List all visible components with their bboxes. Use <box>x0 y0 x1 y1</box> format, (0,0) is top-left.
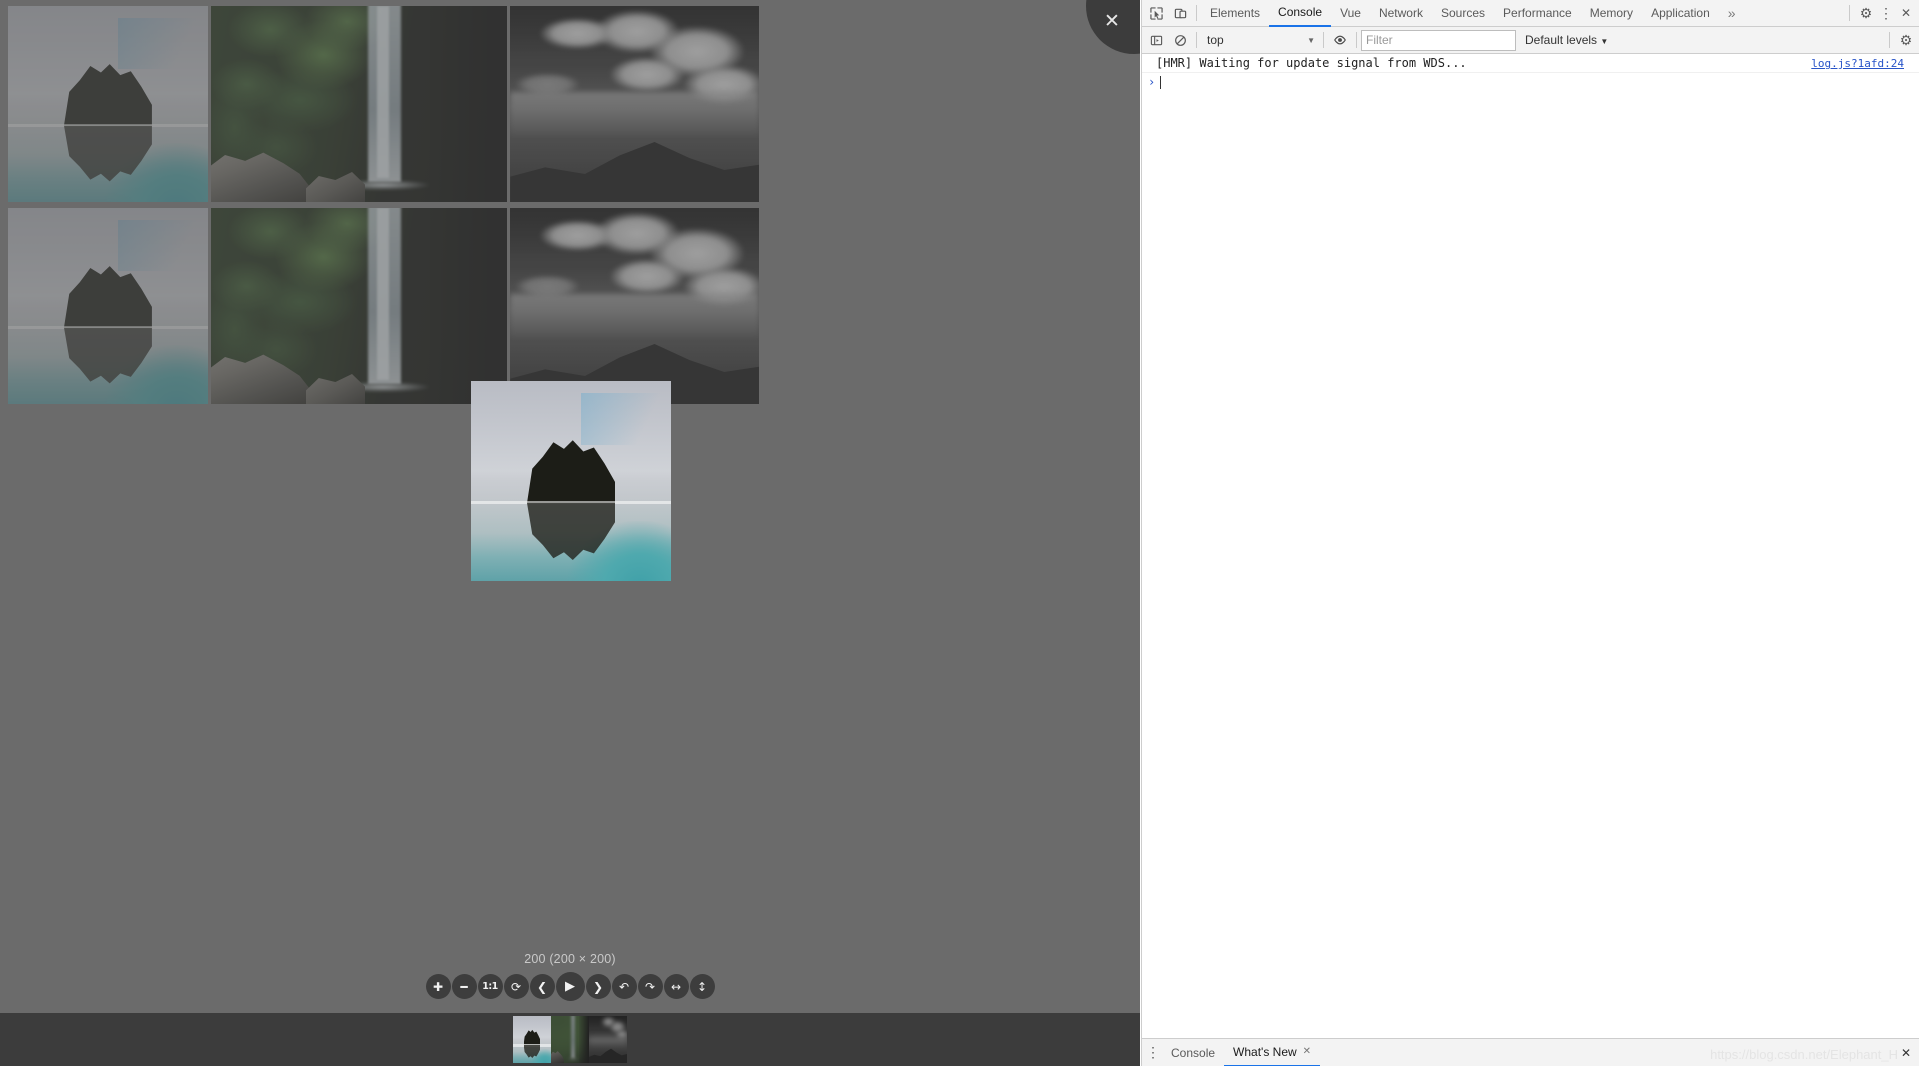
drawer-tab-label: Console <box>1171 1045 1216 1060</box>
console-message-source-link[interactable]: log.js?1afd:24 <box>1811 57 1914 70</box>
live-expression-button[interactable] <box>1328 28 1352 52</box>
screen-root: ✕ 200 (200 × 200) ✚ ━ 1:1 ⟳ ❮ ▶ ❯ ↶ ↷ ↔ … <box>0 0 1919 1066</box>
drawer-close-button[interactable]: ✕ <box>1894 1041 1918 1065</box>
filterbar-divider <box>1323 32 1324 48</box>
gear-icon: ⚙ <box>1859 4 1873 21</box>
watermark-text: https://blog.csdn.net/Elephant_H <box>1710 1047 1898 1062</box>
devtools-menu-button[interactable]: ⋮ <box>1878 1 1894 25</box>
inspect-element-button[interactable] <box>1144 1 1168 25</box>
drawer-tab-label: What's New <box>1233 1044 1297 1059</box>
device-toggle-icon <box>1174 8 1186 18</box>
toolbar-divider <box>1849 5 1850 21</box>
kebab-menu-icon: ⋮ <box>1146 1044 1160 1060</box>
devtools-close-button[interactable]: ✕ <box>1894 1 1918 25</box>
web-page: ✕ 200 (200 × 200) ✚ ━ 1:1 ⟳ ❮ ▶ ❯ ↶ ↷ ↔ … <box>0 0 1140 1066</box>
inspect-cursor-icon <box>1149 6 1163 20</box>
log-level-label: Default levels <box>1525 33 1598 47</box>
tab-application[interactable]: Application <box>1642 1 1719 26</box>
close-icon[interactable]: ✕ <box>1303 1039 1311 1065</box>
tab-memory[interactable]: Memory <box>1581 1 1642 26</box>
preview-image[interactable] <box>471 381 671 581</box>
play-icon: ▶ <box>565 979 575 994</box>
tab-console[interactable]: Console <box>1269 0 1332 27</box>
tab-network[interactable]: Network <box>1370 1 1432 26</box>
eye-icon <box>1334 35 1346 45</box>
viewer-footer: 200 (200 × 200) ✚ ━ 1:1 ⟳ ❮ ▶ ❯ ↶ ↷ ↔ ↕ <box>0 903 1140 1013</box>
toolbar-divider <box>1196 5 1197 21</box>
console-sidebar-button[interactable] <box>1144 28 1168 52</box>
thumbnail-item-mountains[interactable] <box>589 1016 627 1063</box>
zoom-in-button[interactable]: ✚ <box>425 974 451 999</box>
one-to-one-icon: 1:1 <box>482 980 498 992</box>
console-output[interactable]: [HMR] Waiting for update signal from WDS… <box>1142 54 1919 1038</box>
flip-vertical-button[interactable]: ↕ <box>689 974 715 999</box>
rotate-right-icon: ↷ <box>644 979 656 994</box>
console-filter-input[interactable]: Filter <box>1361 29 1516 51</box>
more-tabs-button[interactable]: » <box>1719 1 1745 26</box>
console-message: [HMR] Waiting for update signal from WDS… <box>1142 54 1919 73</box>
filterbar-divider <box>1889 32 1890 48</box>
rotate-right-button[interactable]: ↷ <box>637 974 663 999</box>
console-message-text: [HMR] Waiting for update signal from WDS… <box>1156 56 1467 70</box>
chevron-right-icon: ❯ <box>592 979 604 994</box>
image-viewer-overlay: ✕ 200 (200 × 200) ✚ ━ 1:1 ⟳ ❮ ▶ ❯ ↶ ↷ ↔ … <box>0 0 1140 1066</box>
plus-icon: ✚ <box>432 979 444 994</box>
prompt-arrow-icon: › <box>1148 75 1156 89</box>
reset-button[interactable]: ⟳ <box>503 974 529 999</box>
thumbnail-strip <box>0 1013 1140 1066</box>
drawer-tab-whats-new[interactable]: What's New ✕ <box>1224 1039 1321 1066</box>
tab-performance[interactable]: Performance <box>1494 1 1581 26</box>
flip-vertical-icon: ↕ <box>696 979 708 994</box>
drawer-menu-button[interactable]: ⋮ <box>1144 1041 1162 1065</box>
chevron-down-icon: ▼ <box>1600 37 1609 46</box>
filterbar-divider <box>1356 32 1357 48</box>
thumbnail-item-waterfall[interactable] <box>551 1016 589 1063</box>
clear-console-icon <box>1174 34 1186 46</box>
previous-button[interactable]: ❮ <box>529 974 555 999</box>
thumbnail-item-rock[interactable] <box>513 1016 551 1063</box>
settings-button[interactable]: ⚙ <box>1854 1 1878 25</box>
zoom-readout: 200 (200 × 200) <box>524 952 616 966</box>
close-icon: ✕ <box>1900 6 1912 20</box>
devtools-drawer-tabbar: ⋮ Console What's New ✕ ✕ https://blog.cs… <box>1142 1038 1919 1066</box>
clear-console-button[interactable] <box>1168 28 1192 52</box>
gear-icon: ⚙ <box>1899 31 1913 48</box>
tab-sources[interactable]: Sources <box>1432 1 1494 26</box>
drawer-tab-console[interactable]: Console <box>1162 1040 1224 1066</box>
tab-elements[interactable]: Elements <box>1201 1 1269 26</box>
flip-horizontal-button[interactable]: ↔ <box>663 974 689 999</box>
sidebar-panel-icon <box>1150 35 1162 45</box>
rotate-left-icon: ↶ <box>618 979 630 994</box>
minus-icon: ━ <box>460 979 468 994</box>
devtools-panel: Elements Console Vue Network Sources Per… <box>1141 0 1919 1066</box>
execution-context-select[interactable]: top ▼ <box>1201 31 1319 50</box>
log-level-select[interactable]: Default levels ▼ <box>1525 33 1608 47</box>
devtools-tabbar: Elements Console Vue Network Sources Per… <box>1142 0 1919 27</box>
console-prompt[interactable]: › <box>1142 73 1919 91</box>
execution-context-label: top <box>1207 33 1224 47</box>
next-button[interactable]: ❯ <box>585 974 611 999</box>
close-icon: ✕ <box>1900 1045 1912 1060</box>
rotate-left-button[interactable]: ↶ <box>611 974 637 999</box>
play-button[interactable]: ▶ <box>555 972 585 1001</box>
tab-vue[interactable]: Vue <box>1331 1 1370 26</box>
chevron-left-icon: ❮ <box>536 979 548 994</box>
console-settings-button[interactable]: ⚙ <box>1894 28 1918 52</box>
filterbar-divider <box>1196 32 1197 48</box>
refresh-icon: ⟳ <box>510 979 522 994</box>
device-toolbar-button[interactable] <box>1168 1 1192 25</box>
chevron-down-icon: ▼ <box>1307 35 1315 45</box>
text-caret <box>1160 75 1162 89</box>
kebab-menu-icon: ⋮ <box>1879 4 1893 21</box>
flip-horizontal-icon: ↔ <box>670 979 682 994</box>
zoom-out-button[interactable]: ━ <box>451 974 477 999</box>
console-filter-bar: top ▼ Filter Default levels ▼ ⚙ <box>1142 27 1919 54</box>
viewer-toolbar: ✚ ━ 1:1 ⟳ ❮ ▶ ❯ ↶ ↷ ↔ ↕ <box>425 972 715 1001</box>
one-to-one-button[interactable]: 1:1 <box>477 974 503 999</box>
viewer-canvas[interactable] <box>0 0 1140 1013</box>
